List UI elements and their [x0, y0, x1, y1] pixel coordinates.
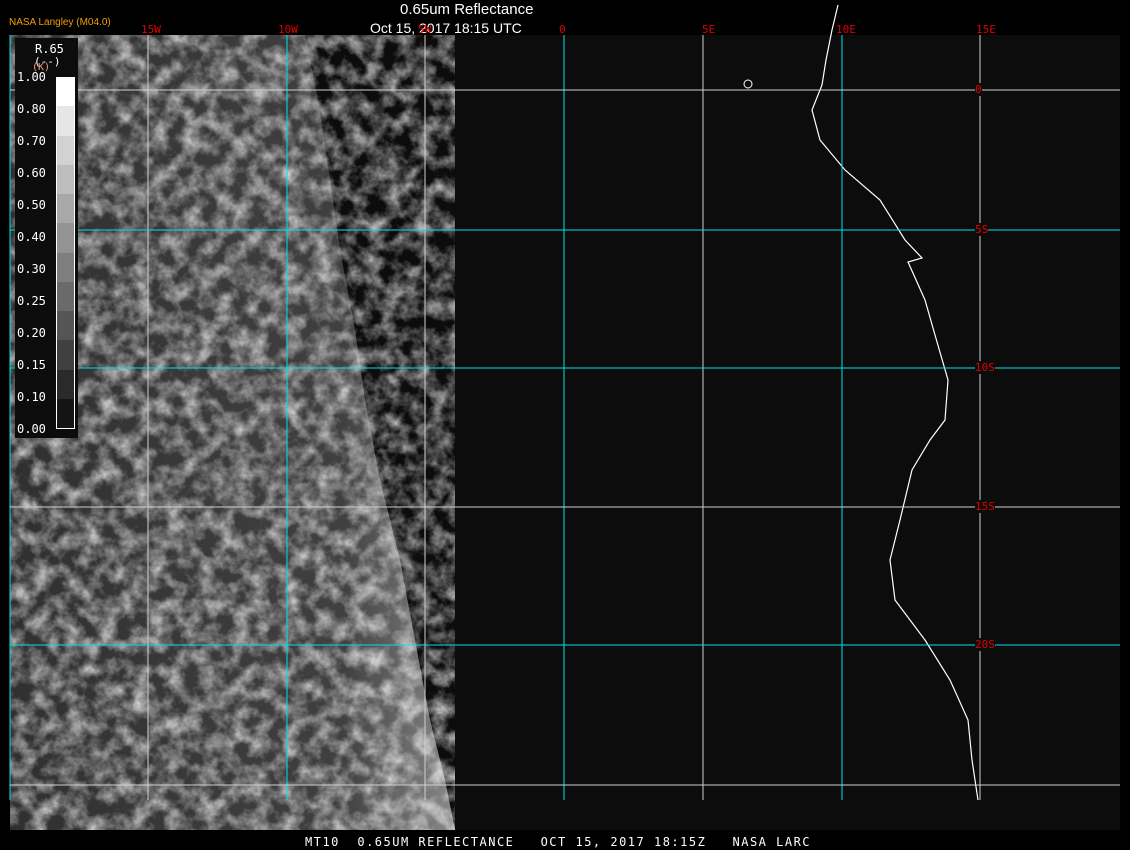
- legend-segment: [57, 164, 74, 194]
- legend-tick: 1.00: [17, 70, 46, 84]
- lon-label: 15W: [141, 23, 161, 36]
- image-title: 0.65um Reflectance: [400, 1, 534, 18]
- legend-segment: [57, 106, 74, 136]
- legend-colorbar: [56, 77, 75, 429]
- lat-label: 0: [975, 83, 982, 96]
- legend-tick: 0.15: [17, 358, 46, 372]
- lon-label: 0: [559, 23, 566, 36]
- legend-tick: 0.50: [17, 198, 46, 212]
- lat-label: 10S: [975, 361, 995, 374]
- legend-segment: [57, 311, 74, 341]
- satellite-image-map: [9, 4, 1120, 830]
- legend-segment: [57, 369, 74, 399]
- lat-label: 15S: [975, 500, 995, 513]
- legend-variable: R.65: [35, 42, 64, 56]
- lat-label: 5S: [975, 223, 989, 236]
- legend-tick: 0.10: [17, 390, 46, 404]
- lon-label: 15E: [976, 23, 996, 36]
- legend-tick: 0.25: [17, 294, 46, 308]
- lon-label: 5E: [702, 23, 716, 36]
- color-legend: R.65 (--) (K) 1.00 0.80 0.70 0.60 0.50 0.40 0.…: [15, 38, 78, 438]
- lat-label: 20S: [975, 638, 995, 651]
- legend-segment: [57, 223, 74, 253]
- legend-segment: [57, 340, 74, 370]
- lon-label: 10W: [278, 23, 298, 36]
- lon-label: 10E: [836, 23, 856, 36]
- legend-segment: [57, 77, 74, 107]
- legend-segment: [57, 194, 74, 224]
- legend-segment: [57, 398, 74, 428]
- satellite-viewer: 0.65um Reflectance Oct 15, 2017 18:15 UT…: [0, 0, 1130, 850]
- image-datetime: Oct 15, 2017 18:15 UTC: [370, 20, 522, 36]
- legend-tick: 0.40: [17, 230, 46, 244]
- legend-tick: 0.30: [17, 262, 46, 276]
- legend-tick: 0.60: [17, 166, 46, 180]
- footer-caption: MT10 0.65UM REFLECTANCE OCT 15, 2017 18:…: [305, 835, 812, 849]
- lon-label: 5W: [418, 23, 432, 36]
- legend-segment: [57, 281, 74, 311]
- brand-label: NASA Langley (M04.0): [9, 17, 111, 28]
- legend-tick: 0.00: [17, 422, 46, 436]
- legend-segment: [57, 252, 74, 282]
- legend-segment: [57, 135, 74, 165]
- legend-tick: 0.20: [17, 326, 46, 340]
- legend-tick: 0.80: [17, 102, 46, 116]
- legend-tick: 0.70: [17, 134, 46, 148]
